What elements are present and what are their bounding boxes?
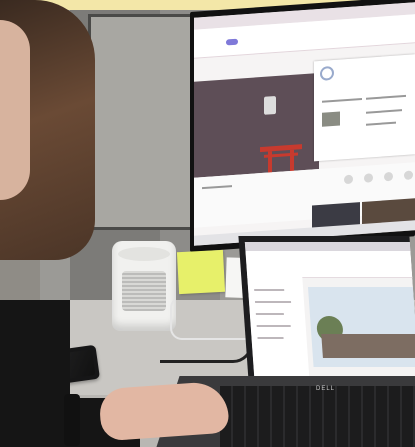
header-button [226,38,238,46]
person-hand [98,380,230,442]
card-thumbnail [322,111,340,127]
sidebar-line [255,313,284,315]
logo-icon [320,65,334,81]
card-heading [322,97,362,103]
sidebar-line [256,325,291,327]
monitor-screen [194,2,415,246]
hero-image [194,72,319,178]
sticky-note [176,249,226,295]
lantern-illustration [264,95,276,115]
building-in-photo [321,334,415,358]
category-icon [404,170,413,181]
sidebar-line [254,289,285,291]
category-icon [344,174,353,185]
laptop-screen [244,242,415,392]
card-text-line [366,109,402,114]
section-heading [202,185,232,190]
space-heater [112,241,176,331]
wristwatch [64,394,80,446]
laptop-website-header [245,251,413,278]
dell-logo: DELL [316,386,336,392]
card-text-line [366,121,396,126]
sidebar-line [257,337,284,339]
category-icon [364,173,373,183]
sidebar-line [254,301,292,303]
black-cable [160,336,253,363]
search-card [314,54,415,162]
external-monitor [190,0,415,253]
heater-grill [122,271,166,311]
category-icon [384,171,393,182]
laptop-keyboard [220,386,415,447]
laptop-sidebar [247,277,311,392]
card-text-line [366,94,406,100]
laptop-lid [238,236,415,396]
person-face [0,20,30,200]
laptop-browser-tabs [244,242,411,251]
office-desk-photo: DELL [0,0,415,447]
window-pane [88,14,202,230]
heater-top [118,247,170,261]
